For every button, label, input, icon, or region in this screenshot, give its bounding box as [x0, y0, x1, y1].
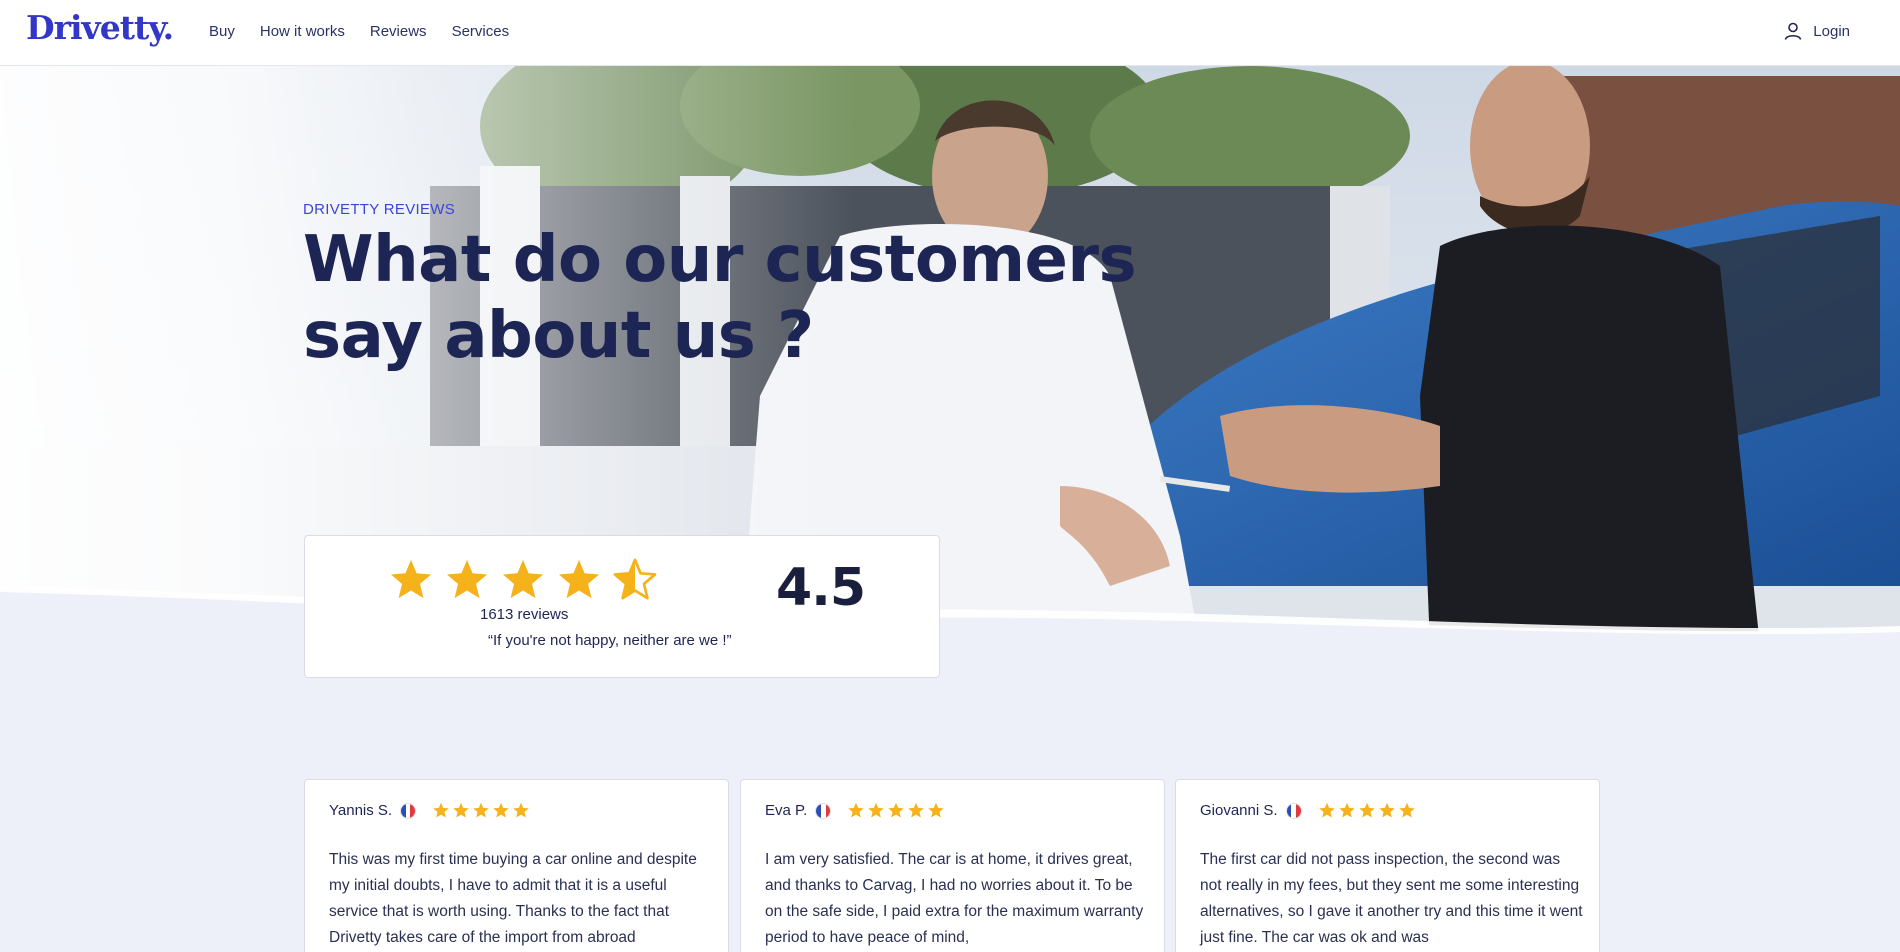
review-card: Yannis S. This was my first time buying … — [304, 779, 729, 952]
reviewer-name: Giovanni S. — [1200, 802, 1278, 819]
login-button[interactable]: Login — [1783, 0, 1850, 62]
half-star-icon — [613, 558, 657, 600]
reviewer-name: Yannis S. — [329, 802, 393, 819]
rating-summary-card: 1613 reviews “If you're not happy, neith… — [304, 535, 940, 678]
star-icon — [502, 559, 544, 599]
star-icon — [453, 802, 469, 818]
review-stars — [847, 802, 947, 819]
star-icon — [868, 802, 885, 818]
star-icon — [433, 802, 449, 818]
review-card: Giovanni S. The first car did not pass i… — [1175, 779, 1600, 952]
hero-section: DRIVETTY REVIEWS What do our customers s… — [0, 66, 1900, 646]
nav-item-how-it-works[interactable]: How it works — [260, 23, 345, 40]
star-icon — [908, 802, 925, 818]
star-icon — [390, 559, 432, 599]
star-icon — [493, 802, 509, 818]
star-icon — [446, 559, 488, 599]
france-flag-icon — [400, 802, 417, 819]
rating-quote: “If you're not happy, neither are we !” — [488, 632, 732, 649]
france-flag-icon — [1285, 802, 1302, 819]
reviewer-name: Eva P. — [765, 802, 808, 819]
review-header: Eva P. — [765, 802, 947, 819]
star-icon — [1318, 802, 1335, 818]
star-icon — [1338, 802, 1355, 818]
rating-score: 4.5 — [776, 558, 866, 618]
review-stars — [432, 802, 532, 819]
review-text: I am very satisfied. The car is at home,… — [765, 851, 1144, 946]
star-icon — [928, 802, 945, 818]
review-text: The first car did not pass inspection, t… — [1200, 851, 1583, 946]
review-card: Eva P. I am very satisfied. The car is a… — [740, 779, 1165, 952]
hero-title: What do our customers say about us ? — [303, 223, 1137, 373]
star-icon — [513, 802, 529, 818]
star-icon — [1378, 802, 1395, 818]
star-icon — [1358, 802, 1375, 818]
nav-item-services[interactable]: Services — [452, 23, 510, 40]
star-icon — [473, 802, 489, 818]
site-header: Drivetty. Buy How it works Reviews Servi… — [0, 0, 1900, 66]
login-label: Login — [1813, 22, 1850, 40]
star-icon — [1398, 802, 1415, 818]
hero-eyebrow: DRIVETTY REVIEWS — [303, 201, 456, 218]
nav-item-reviews[interactable]: Reviews — [370, 23, 427, 40]
review-header: Yannis S. — [329, 802, 532, 819]
review-stars — [1318, 802, 1418, 819]
review-text: This was my first time buying a car onli… — [329, 851, 697, 946]
reviews-count: 1613 reviews — [480, 606, 569, 623]
logo[interactable]: Drivetty. — [26, 8, 174, 47]
logo-dot: . — [162, 8, 174, 47]
france-flag-icon — [815, 802, 832, 819]
review-header: Giovanni S. — [1200, 802, 1418, 819]
main-nav: Buy How it works Reviews Services — [209, 0, 534, 62]
logo-text: Drivetty — [26, 8, 164, 47]
rating-stars — [388, 558, 668, 602]
nav-item-buy[interactable]: Buy — [209, 23, 235, 40]
user-icon — [1785, 22, 1802, 40]
star-icon — [888, 802, 905, 818]
star-icon — [848, 802, 865, 818]
star-icon — [558, 559, 600, 599]
